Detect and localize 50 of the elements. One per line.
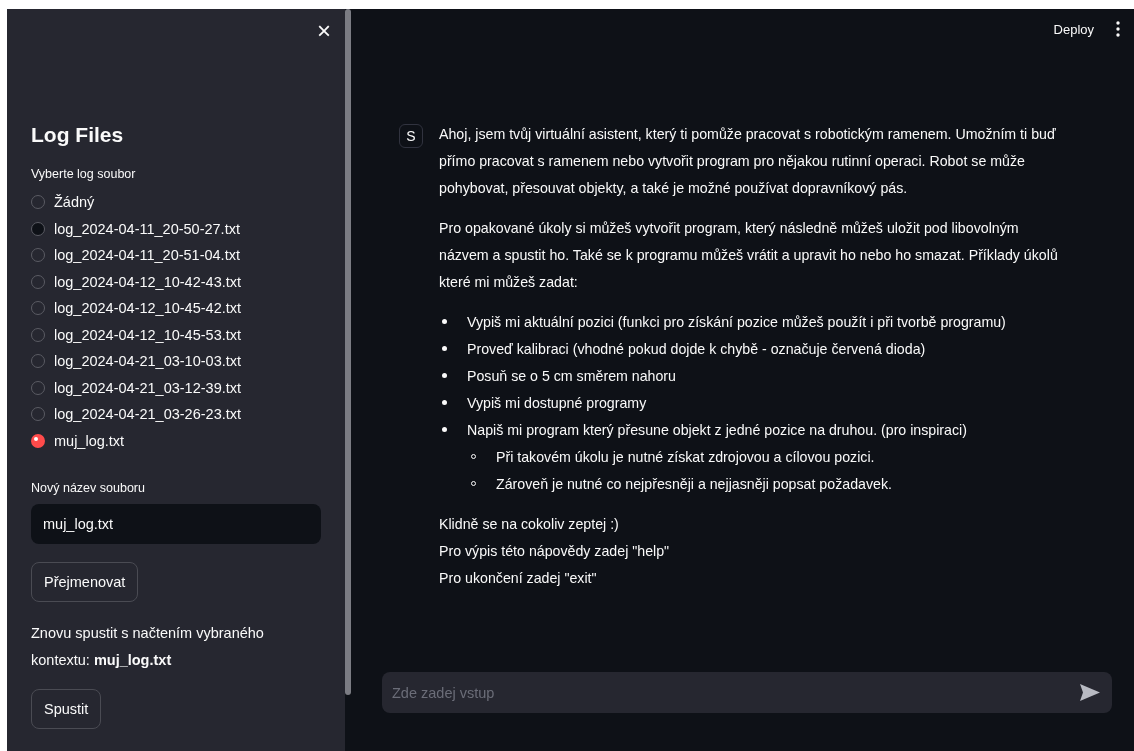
radio-option[interactable]: log_2024-04-12_10-42-43.txt <box>31 268 321 295</box>
radio-option[interactable]: log_2024-04-21_03-10-03.txt <box>31 348 321 375</box>
radio-option[interactable]: Žádný <box>31 189 321 216</box>
message-paragraph: Ahoj, jsem tvůj virtuální asistent, který ti pomůže pracovat s robotickým ramenem. Umožním ti buď přímo pracovat s ramenem nebo vytvořit program pro nějakou rutinní operaci. Robot se může pohybovat, přesouvat objekty, a také je možné používat dopravníkový pás. <box>439 125 1057 198</box>
list-item: Při takovém úkolu je nutné získat zdrojovou a cílovou pozici. <box>496 448 875 467</box>
option-label: log_2024-04-11_20-50-27.txt <box>54 220 240 237</box>
option-label: log_2024-04-12_10-45-42.txt <box>54 300 242 317</box>
message-paragraph: Pro opakované úkoly si můžeš vytvořit program, který následně můžeš uložit pod libovolným názvem a spustit ho. Také se k programu můžeš vrátit a upravit ho nebo ho smazat. Příklady úkolů které mi můžeš zadat: <box>439 219 1059 292</box>
sidebar-title: Log Files <box>31 123 125 147</box>
list-item: Napiš mi program který přesune objekt z jedné pozice na druhou. (pro inspiraci) <box>467 421 967 440</box>
radio-group-label: Vyberte log soubor <box>31 167 137 181</box>
radio-option[interactable]: muj_log.txt <box>31 427 321 454</box>
radio-option[interactable]: log_2024-04-21_03-12-39.txt <box>31 374 321 401</box>
radio-option[interactable]: log_2024-04-11_20-50-27.txt <box>31 215 321 242</box>
field-label: Nový název souboru <box>31 481 146 495</box>
radio-option[interactable]: log_2024-04-11_20-51-04.txt <box>31 242 321 269</box>
list-item: Posuň se o 5 cm směrem nahoru <box>467 367 676 386</box>
send-icon[interactable] <box>1080 684 1100 701</box>
option-label: log_2024-04-21_03-26-23.txt <box>54 406 242 423</box>
radio-option[interactable]: log_2024-04-21_03-26-23.txt <box>31 401 321 428</box>
option-label: log_2024-04-12_10-42-43.txt <box>54 273 242 290</box>
option-label: log_2024-04-11_20-51-04.txt <box>54 247 240 264</box>
list-item: Zároveň je nutné co nejpřesněji a nejjasněji popsat požadavek. <box>496 475 892 494</box>
list-item: Vypiš mi aktuální pozici (funkci pro získání pozice můžeš použít i při tvorbě programu) <box>467 313 1006 332</box>
option-label: log_2024-04-12_10-45-53.txt <box>54 326 242 343</box>
radio-option[interactable]: log_2024-04-12_10-45-42.txt <box>31 295 321 322</box>
filename-field[interactable]: muj_log.txt <box>31 504 321 544</box>
chat-input[interactable]: Zde zadej vstup <box>382 672 1112 713</box>
message-line: Klidně se na cokoliv zeptej :) <box>439 515 620 534</box>
list-item: Proveď kalibraci (vhodné pokud dojde k chybě - označuje červená dioda) <box>467 340 926 359</box>
close-button[interactable]: × <box>313 19 335 43</box>
list-item: Vypiš mi dostupné programy <box>467 394 647 413</box>
rename-button[interactable]: Přejmenovat <box>31 562 139 602</box>
option-label: muj_log.txt <box>54 432 125 449</box>
avatar: S <box>399 124 423 148</box>
deploy-button[interactable]: Deploy <box>1049 19 1098 39</box>
bullet-icon <box>442 346 447 351</box>
bullet-icon <box>442 373 447 378</box>
radio-option[interactable]: log_2024-04-12_10-45-53.txt <box>31 321 321 348</box>
menu-icon[interactable] <box>1116 21 1120 37</box>
bullet-icon <box>442 427 447 432</box>
bullet-icon <box>442 400 447 405</box>
option-label: Žádný <box>54 194 95 211</box>
message-line: Pro výpis této nápovědy zadej "help" <box>439 542 671 561</box>
option-label: log_2024-04-21_03-12-39.txt <box>54 379 242 396</box>
bullet-icon <box>442 319 447 324</box>
run-button[interactable]: Spustit <box>31 689 102 729</box>
message-line: Pro ukončení zadej "exit" <box>439 569 598 588</box>
option-label: log_2024-04-21_03-10-03.txt <box>54 353 242 370</box>
restart-text: Znovu spustit s načtením vybraného kontextu: muj_log.txt <box>31 624 265 670</box>
